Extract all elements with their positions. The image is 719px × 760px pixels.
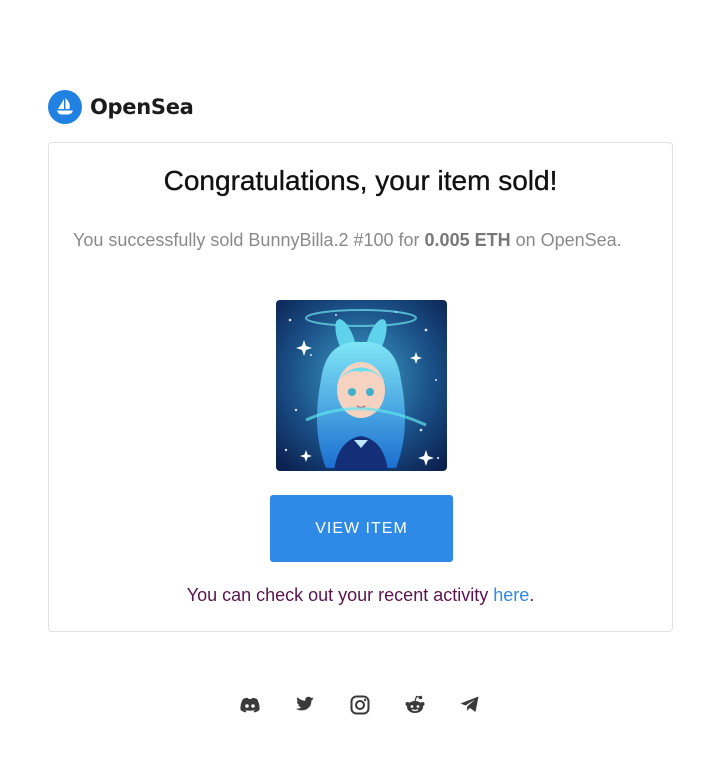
sale-message: You successfully sold BunnyBilla.2 #100 …: [73, 227, 633, 253]
opensea-boat-icon: [48, 90, 82, 124]
social-links: [0, 693, 719, 716]
view-item-button[interactable]: VIEW ITEM: [270, 495, 453, 562]
instagram-icon[interactable]: [348, 693, 371, 716]
sale-price: 0.005 ETH: [424, 230, 511, 250]
telegram-icon[interactable]: [458, 693, 481, 716]
message-prefix: You successfully sold BunnyBilla.2 #100 …: [73, 230, 425, 250]
activity-text: You can check out your recent activity h…: [49, 585, 672, 606]
brand-header[interactable]: OpenSea: [48, 90, 194, 124]
activity-here-link[interactable]: here: [493, 585, 529, 605]
brand-name: OpenSea: [90, 95, 194, 119]
activity-prefix: You can check out your recent activity: [186, 585, 494, 605]
sale-notification-card: Congratulations, your item sold! You suc…: [48, 142, 673, 632]
message-suffix: on OpenSea.: [510, 230, 622, 250]
reddit-icon[interactable]: [403, 693, 426, 716]
page-title: Congratulations, your item sold!: [163, 165, 558, 196]
email-page: OpenSea Congratulations, your item sold!…: [0, 0, 719, 760]
activity-suffix: .: [529, 585, 535, 605]
discord-icon[interactable]: [238, 693, 261, 716]
twitter-icon[interactable]: [293, 693, 316, 716]
item-image[interactable]: [276, 300, 447, 471]
